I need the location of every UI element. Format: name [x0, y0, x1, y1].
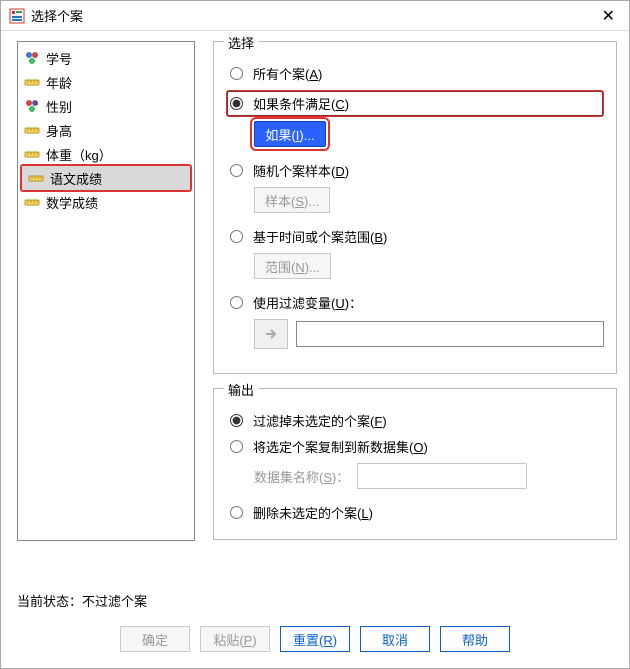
- help-button[interactable]: 帮助: [440, 626, 510, 652]
- dataset-name-field: [357, 463, 527, 489]
- radio-range-label: 基于时间或个案范围(B): [253, 227, 387, 246]
- radio-copy-dataset[interactable]: 将选定个案复制到新数据集(O): [230, 433, 604, 459]
- scale-ruler-icon: [24, 146, 40, 162]
- radio-all-cases[interactable]: 所有个案(A): [230, 60, 604, 86]
- variable-item[interactable]: 数学成绩: [18, 190, 194, 214]
- titlebar: 选择个案 ✕: [1, 1, 629, 31]
- nominal-blue-icon: [24, 50, 40, 66]
- radio-filter-out-input[interactable]: [230, 414, 243, 427]
- radio-if-condition-input[interactable]: [230, 97, 243, 110]
- move-variable-button: [254, 319, 288, 349]
- variable-item-highlight: 语文成绩: [20, 164, 192, 192]
- ok-button: 确定: [120, 626, 190, 652]
- variable-item[interactable]: 身高: [18, 118, 194, 142]
- variable-item-label: 数学成绩: [46, 193, 98, 212]
- variable-item[interactable]: a 性别: [18, 94, 194, 118]
- filter-variable-field: [296, 321, 604, 347]
- radio-random-sample-input[interactable]: [230, 164, 243, 177]
- dialog-select-cases: 选择个案 ✕ 学号年龄 a 性别身高体重（kg） 语文成绩数学成绩 选择 所有个案(A…: [0, 0, 630, 669]
- right-panel: 选择 所有个案(A) 如果条件满足(C) 如果(I)...: [213, 41, 617, 579]
- radio-copy-dataset-label: 将选定个案复制到新数据集(O): [253, 437, 428, 456]
- variable-item[interactable]: 体重（kg）: [18, 142, 194, 166]
- variable-item-label: 学号: [46, 49, 72, 68]
- variable-item-label: 体重（kg）: [46, 145, 112, 164]
- radio-if-condition-highlight: 如果条件满足(C): [226, 90, 604, 117]
- nominal-red-icon: a: [24, 98, 40, 114]
- paste-button: 粘贴(P): [200, 626, 270, 652]
- dialog-title: 选择个案: [31, 6, 596, 25]
- scale-ruler-icon: [28, 170, 44, 186]
- dialog-buttons: 确定 粘贴(P) 重置(R) 取消 帮助: [1, 612, 629, 668]
- scale-ruler-icon: [24, 74, 40, 90]
- group-select: 选择 所有个案(A) 如果条件满足(C) 如果(I)...: [213, 41, 617, 374]
- radio-filter-variable-input[interactable]: [230, 296, 243, 309]
- variable-item-label: 性别: [46, 97, 72, 116]
- radio-if-condition[interactable]: 如果条件满足(C): [230, 94, 349, 113]
- radio-copy-dataset-input[interactable]: [230, 440, 243, 453]
- scale-ruler-icon: [24, 194, 40, 210]
- filter-variable-row: [254, 319, 604, 349]
- variable-item-label: 年龄: [46, 73, 72, 92]
- radio-all-cases-input[interactable]: [230, 67, 243, 80]
- radio-if-condition-label: 如果条件满足(C): [253, 94, 349, 113]
- sample-button-row: 样本(S)...: [254, 187, 604, 213]
- group-output-legend: 输出: [224, 380, 258, 399]
- group-output: 输出 过滤掉未选定的个案(F) 将选定个案复制到新数据集(O) 数据集名称(S)…: [213, 388, 617, 540]
- scale-ruler-icon: [24, 122, 40, 138]
- if-button-row: 如果(I)...: [254, 121, 604, 147]
- radio-delete-unselected-label: 删除未选定的个案(L): [253, 503, 373, 522]
- radio-filter-out-label: 过滤掉未选定的个案(F): [253, 411, 387, 430]
- app-icon: [9, 8, 25, 24]
- svg-text:a: a: [34, 100, 38, 107]
- variable-item[interactable]: 学号: [18, 46, 194, 70]
- cancel-button[interactable]: 取消: [360, 626, 430, 652]
- radio-filter-out[interactable]: 过滤掉未选定的个案(F): [230, 407, 604, 433]
- variable-item-label: 语文成绩: [50, 169, 102, 188]
- radio-random-sample-label: 随机个案样本(D): [253, 161, 349, 180]
- radio-range[interactable]: 基于时间或个案范围(B): [230, 223, 604, 249]
- radio-filter-variable[interactable]: 使用过滤变量(U)：: [230, 289, 604, 315]
- dataset-name-label: 数据集名称(S)：: [254, 467, 349, 486]
- dialog-body: 学号年龄 a 性别身高体重（kg） 语文成绩数学成绩 选择 所有个案(A) 如果条件满…: [1, 31, 629, 585]
- variable-item-label: 身高: [46, 121, 72, 140]
- reset-button[interactable]: 重置(R): [280, 626, 350, 652]
- range-button: 范围(N)...: [254, 253, 331, 279]
- radio-delete-unselected[interactable]: 删除未选定的个案(L): [230, 499, 604, 525]
- sample-button: 样本(S)...: [254, 187, 330, 213]
- close-icon[interactable]: ✕: [596, 6, 621, 26]
- if-button[interactable]: 如果(I)...: [254, 121, 326, 147]
- variable-list[interactable]: 学号年龄 a 性别身高体重（kg） 语文成绩数学成绩: [17, 41, 195, 541]
- radio-all-cases-label: 所有个案(A): [253, 64, 322, 83]
- group-select-legend: 选择: [224, 33, 258, 52]
- range-button-row: 范围(N)...: [254, 253, 604, 279]
- radio-filter-variable-label: 使用过滤变量(U)：: [253, 293, 362, 312]
- radio-delete-unselected-input[interactable]: [230, 506, 243, 519]
- radio-range-input[interactable]: [230, 230, 243, 243]
- dataset-name-row: 数据集名称(S)：: [254, 463, 604, 489]
- status-line: 当前状态：不过滤个案: [1, 585, 629, 612]
- radio-random-sample[interactable]: 随机个案样本(D): [230, 157, 604, 183]
- variable-item[interactable]: 语文成绩: [22, 166, 190, 190]
- variable-item[interactable]: 年龄: [18, 70, 194, 94]
